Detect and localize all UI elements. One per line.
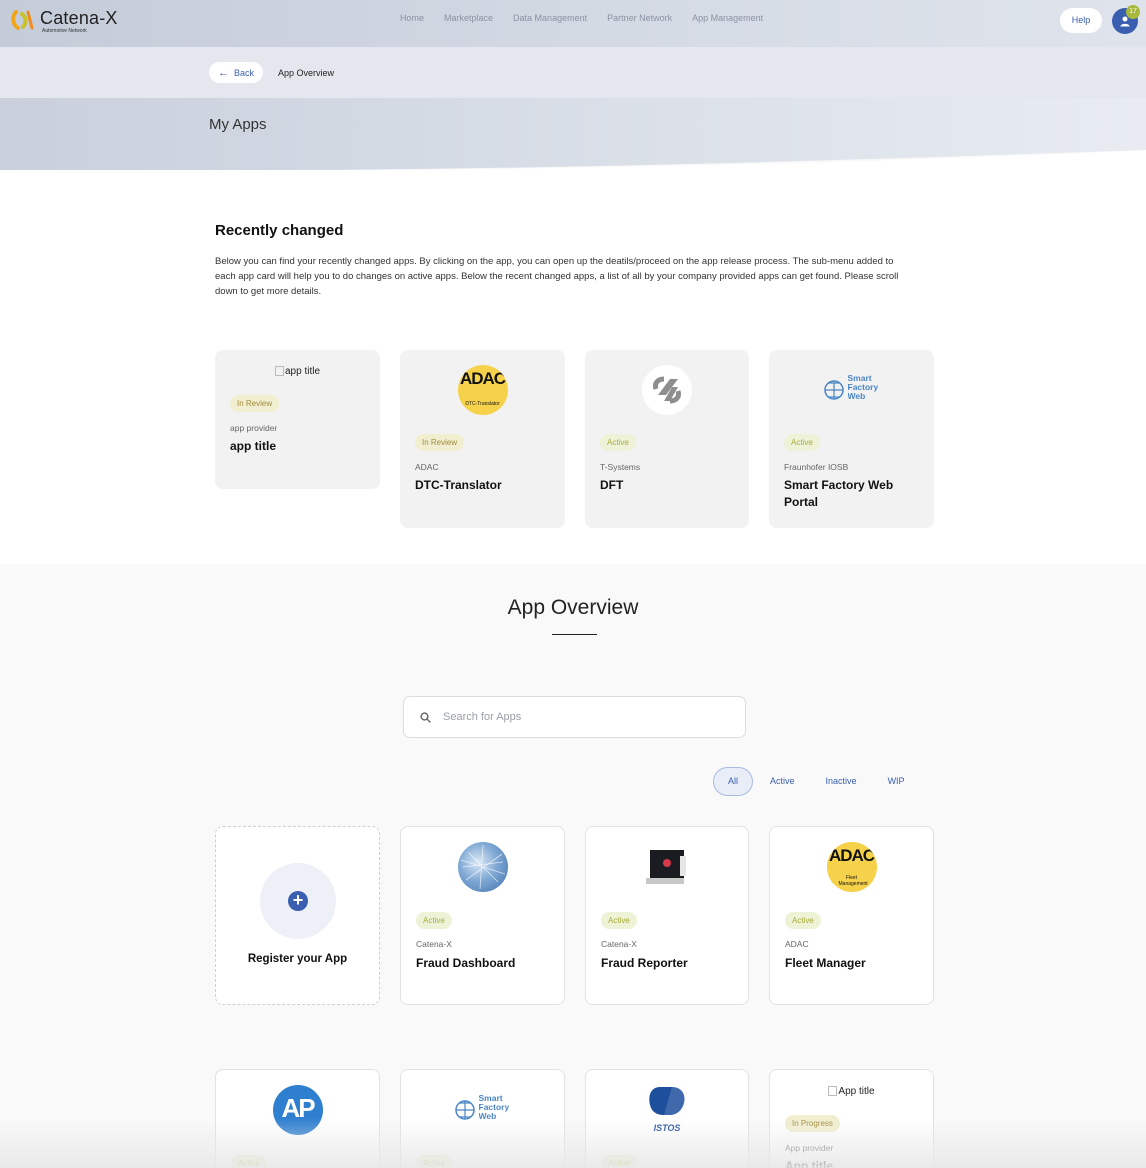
app-overview-title: App Overview [507,596,639,619]
recently-changed-description: Below you can find your recently changed… [215,256,899,297]
register-app-card[interactable]: + Register your App [215,826,380,1005]
arrow-left-icon: ← [217,66,229,79]
app-title: DTC-Translator [415,478,502,492]
ap-logo-icon: AP [272,1085,323,1135]
hero-curve [0,150,1146,176]
recent-app-card[interactable]: Active T-Systems DFT [585,350,749,528]
app-provider: app provider [230,423,278,433]
status-badge: Active [785,912,821,929]
status-badge: Active [416,1155,452,1168]
smart-factory-web-logo-icon: Smart Factory Web [454,1085,511,1135]
recent-app-card[interactable]: Smart Factory Web Active Fraunhofer IOSB… [769,350,934,528]
page-title: My Apps [209,116,267,133]
help-button[interactable]: Help [1060,8,1102,33]
app-provider: T-Systems [600,462,641,472]
recent-app-card[interactable]: ADAC DTC-Translator In Review ADAC DTC-T… [400,350,565,528]
status-badge: In Review [230,395,280,412]
back-label: Back [233,67,254,78]
nav-partner-network[interactable]: Partner Network [607,13,672,23]
plus-icon: + [288,891,308,911]
breadcrumb-bar [0,47,1146,99]
fraud-dashboard-image [457,842,508,892]
search-icon [420,711,431,723]
filter-wip[interactable]: WIP [874,767,919,796]
status-filter-group: All Active Inactive WIP [713,767,922,796]
app-card[interactable]: Active Catena-X Fraud Reporter [585,826,749,1005]
recently-changed-title: Recently changed [215,222,344,239]
app-card[interactable]: Active Catena-X Fraud Dashboard [400,826,565,1005]
status-badge: Active [600,434,636,451]
app-title: Fraud Reporter [601,956,688,970]
filter-inactive[interactable]: Inactive [812,767,871,796]
app-provider: Catena-X [416,939,452,949]
app-provider: ADAC [785,939,809,949]
catena-x-logo-icon [10,8,36,34]
app-provider: ADAC [415,462,439,472]
app-title: Fraud Dashboard [416,956,516,970]
app-image-placeholder: app title [215,366,380,377]
app-search-box[interactable] [403,696,746,738]
status-badge: Active [784,434,820,451]
app-title: Fleet Manager [785,956,866,970]
app-provider: App provider [785,1143,834,1153]
brand-name: Catena-X [40,8,118,28]
status-badge: Active [416,912,452,929]
app-card[interactable]: Smart Factory Web Active [400,1069,565,1168]
main-nav: Home Marketplace Data Management Partner… [400,13,783,23]
status-badge: Active [601,912,637,929]
app-title: app title [230,439,277,453]
app-card[interactable]: AP Active [215,1069,380,1168]
breadcrumb-current: App Overview [278,68,335,78]
back-button[interactable]: ← Back [209,62,263,83]
catena-x-logo[interactable]: Catena-X Automotive Network [10,8,118,34]
filter-active[interactable]: Active [756,767,809,796]
status-badge: In Review [415,434,465,451]
istos-logo-icon: ISTOS [642,1085,692,1135]
status-badge: Active [601,1155,637,1168]
app-provider: Catena-X [601,939,637,949]
search-input[interactable] [443,711,713,723]
adac-logo-icon: ADAC DTC-Translator [457,365,508,415]
app-title: DFT [600,478,624,492]
notification-badge: 17 [1126,5,1140,19]
status-badge: In Progress [785,1115,840,1132]
smart-factory-web-logo-icon: Smart Factory Web [823,365,880,415]
fraud-reporter-image [642,842,692,892]
recent-app-card[interactable]: app title In Review app provider app tit… [215,350,380,489]
brand-subtitle: Automotive Network [42,28,87,34]
filter-all[interactable]: All [713,767,754,796]
register-app-label: Register your App [247,953,348,965]
nav-app-management[interactable]: App Management [692,13,763,23]
nav-marketplace[interactable]: Marketplace [444,13,493,23]
bottom-fade [0,1118,1146,1168]
app-provider: Fraunhofer IOSB [784,462,849,472]
dft-logo-icon [642,365,692,415]
status-badge: Active [231,1155,267,1168]
app-card[interactable]: App title In Progress App provider App t… [769,1069,934,1168]
register-app-circle: + [260,863,336,939]
app-title: Smart Factory Web Portal [784,478,894,509]
broken-image-icon [828,1086,838,1097]
top-navigation-bar [0,0,1146,47]
app-image-placeholder: App title [770,1086,933,1097]
title-underline [552,634,597,635]
app-card[interactable]: ISTOS Active [585,1069,749,1168]
nav-data-management[interactable]: Data Management [513,13,587,23]
recently-changed-section [0,170,1146,564]
nav-home[interactable]: Home [400,13,424,23]
app-card[interactable]: ADAC Fleet Management Active ADAC Fleet … [769,826,934,1005]
broken-image-icon [274,366,284,377]
app-title: App title [785,1159,833,1168]
adac-logo-icon: ADAC Fleet Management [826,842,877,892]
